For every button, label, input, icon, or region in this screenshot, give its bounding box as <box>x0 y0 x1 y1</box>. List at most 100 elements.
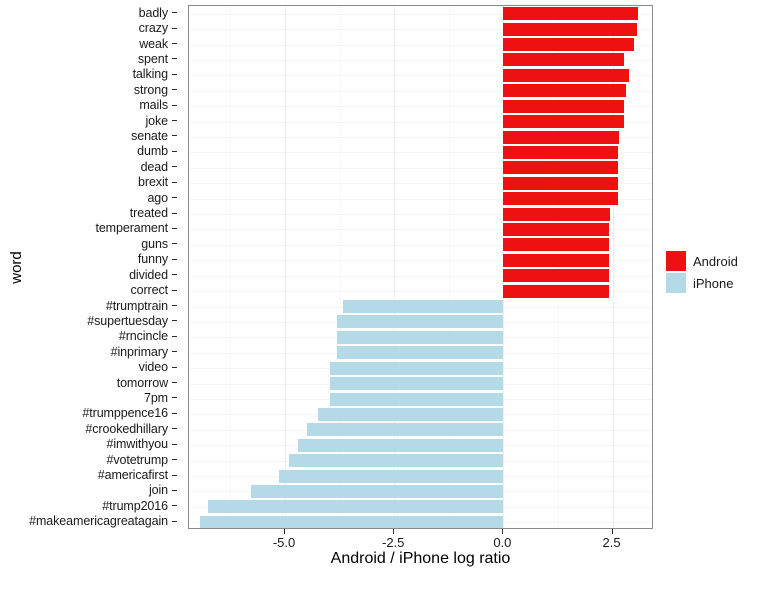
x-tick-label: 2.5 <box>602 535 621 550</box>
y-tick-label-row: #makeamericagreatagain <box>20 514 180 529</box>
bar-video <box>330 361 504 375</box>
y-tick-mark <box>172 489 177 491</box>
y-tick-label: #rncincle <box>118 329 168 344</box>
y-tick-label-row: joke <box>20 113 180 128</box>
y-tick-mark <box>172 320 177 322</box>
y-tick-label-row: spent <box>20 51 180 66</box>
y-tick-label-row: #inprimary <box>20 344 180 359</box>
bar-rncincle <box>336 330 504 344</box>
y-tick-label: dead <box>140 159 169 174</box>
y-tick-label-row: guns <box>20 236 180 251</box>
y-tick-label-row: tomorrow <box>20 375 180 390</box>
y-tick-label-row: treated <box>20 205 180 220</box>
bar-treated <box>503 207 611 221</box>
y-tick-label-row: dead <box>20 159 180 174</box>
legend-item-iphone[interactable]: iPhone <box>666 272 766 294</box>
y-tick-mark <box>172 104 177 106</box>
bar-talking <box>503 68 630 82</box>
legend-label: Android <box>693 253 738 269</box>
y-tick-label: ago <box>147 190 168 205</box>
legend-swatch-iphone <box>666 273 686 293</box>
y-tick-label: #trump2016 <box>102 498 168 513</box>
y-tick-label-row: #supertuesday <box>20 313 180 328</box>
bar-supertuesday <box>336 315 504 329</box>
legend: Android iPhone <box>666 250 766 294</box>
bar-guns <box>503 238 610 252</box>
y-tick-label: funny <box>137 252 168 267</box>
bar-correct <box>503 284 610 298</box>
y-tick-mark <box>172 428 177 430</box>
y-tick-label-row: #rncincle <box>20 329 180 344</box>
y-tick-label: #trumppence16 <box>82 406 168 421</box>
y-tick-mark <box>172 166 177 168</box>
y-tick-mark <box>172 197 177 199</box>
y-tick-label: guns <box>141 236 168 251</box>
y-tick-mark <box>172 520 177 522</box>
y-tick-mark <box>172 289 177 291</box>
x-tick-label: -2.5 <box>382 535 405 550</box>
y-tick-mark <box>172 150 177 152</box>
y-tick-label: join <box>148 483 168 498</box>
y-tick-label: #trumptrain <box>105 298 168 313</box>
y-tick-label: brexit <box>138 175 168 190</box>
y-tick-mark <box>172 459 177 461</box>
y-tick-mark <box>172 258 177 260</box>
x-tick-label: -5.0 <box>272 535 296 550</box>
y-tick-label: crazy <box>138 21 168 36</box>
y-tick-mark <box>172 351 177 353</box>
y-tick-mark <box>172 12 177 14</box>
y-tick-label: #americafirst <box>97 468 168 483</box>
bar-crazy <box>503 22 637 36</box>
y-tick-label: spent <box>137 51 168 66</box>
plot-panel <box>188 5 653 529</box>
y-tick-label: weak <box>139 36 168 51</box>
bar-trump2016 <box>207 500 504 514</box>
legend-label: iPhone <box>693 275 734 291</box>
y-tick-label-row: brexit <box>20 175 180 190</box>
gridline-vertical-major <box>285 6 287 528</box>
y-tick-label: mails <box>139 98 168 113</box>
y-tick-mark <box>172 274 177 276</box>
y-tick-mark <box>172 335 177 337</box>
bar-7pm <box>330 392 504 406</box>
y-tick-mark <box>172 243 177 245</box>
bar-funny <box>503 253 610 267</box>
y-tick-label: #votetrump <box>106 452 168 467</box>
y-tick-label: divided <box>129 267 168 282</box>
bar-badly <box>503 7 638 21</box>
bar-tomorrow <box>330 377 504 391</box>
y-tick-label: #crookedhillary <box>85 421 168 436</box>
bar-votetrump <box>289 454 504 468</box>
y-tick-label: #inprimary <box>110 344 168 359</box>
y-tick-label-row: #crookedhillary <box>20 421 180 436</box>
y-tick-label-row: badly <box>20 5 180 20</box>
y-tick-label-row: crazy <box>20 20 180 35</box>
y-tick-label-row: #votetrump <box>20 452 180 467</box>
legend-swatch-android <box>666 251 686 271</box>
y-tick-label-row: dumb <box>20 144 180 159</box>
bar-brexit <box>503 176 618 190</box>
y-tick-label: #imwithyou <box>106 437 168 452</box>
legend-item-android[interactable]: Android <box>666 250 766 272</box>
bar-makeamericagreatagain <box>199 515 504 528</box>
y-tick-label: 7pm <box>143 390 168 405</box>
bar-senate <box>503 130 619 144</box>
y-tick-mark <box>172 366 177 368</box>
y-tick-label: talking <box>132 67 169 82</box>
y-tick-mark <box>172 474 177 476</box>
y-tick-label-row: talking <box>20 67 180 82</box>
x-tick-label: 0.0 <box>493 535 512 550</box>
y-tick-label-row: temperament <box>20 221 180 236</box>
y-tick-label: #makeamericagreatagain <box>29 514 168 529</box>
bar-trumppence16 <box>317 407 504 421</box>
y-tick-label: dumb <box>137 144 168 159</box>
y-tick-mark <box>172 382 177 384</box>
y-tick-mark <box>172 397 177 399</box>
gridline-vertical-minor <box>230 6 232 528</box>
y-tick-mark <box>172 43 177 45</box>
y-tick-label: correct <box>130 283 168 298</box>
x-tick-mark <box>611 529 613 534</box>
y-tick-label-row: #trumppence16 <box>20 406 180 421</box>
y-tick-mark <box>172 89 177 91</box>
y-tick-label: video <box>138 360 168 375</box>
